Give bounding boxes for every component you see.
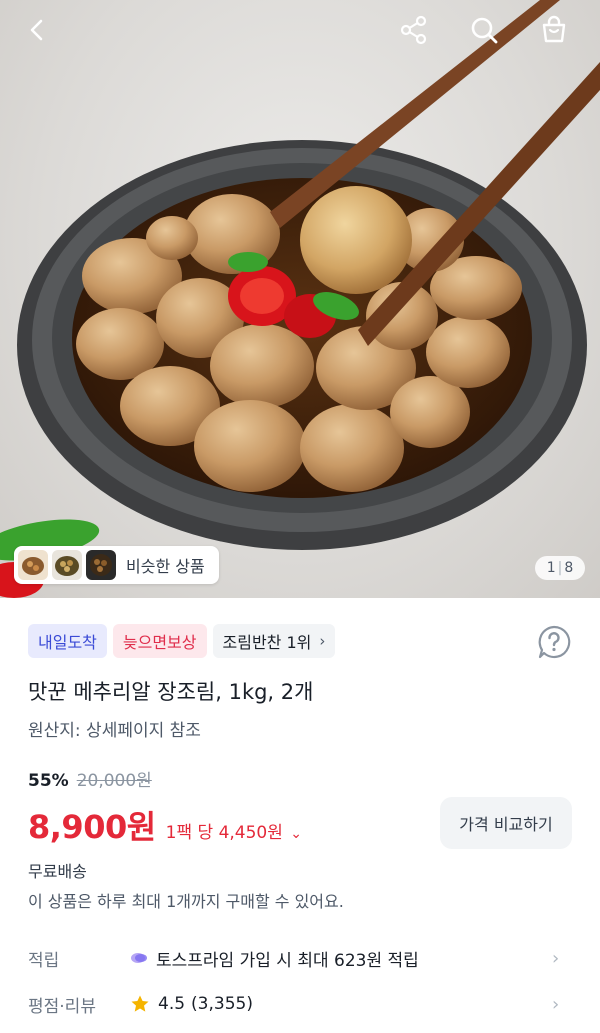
help-button[interactable]: [536, 624, 572, 660]
badge-category-rank-label: 조림반찬 1위: [222, 633, 312, 652]
star-icon: [131, 995, 149, 1012]
toss-prime-icon: [131, 953, 147, 963]
similar-products-button[interactable]: 비슷한 상품: [14, 546, 219, 584]
similar-thumb-1: [18, 550, 48, 580]
back-button[interactable]: [18, 10, 58, 50]
price-compare-button[interactable]: 가격 비교하기: [440, 797, 572, 849]
chevron-left-icon: [30, 19, 43, 41]
image-counter-separator: |: [557, 560, 563, 576]
review-label: 평점·리뷰: [28, 996, 96, 1017]
points-label: 적립: [28, 950, 60, 971]
image-counter-total: 8: [564, 560, 574, 576]
discount-row: 55% 20,000원: [28, 766, 152, 791]
search-button[interactable]: [464, 10, 504, 50]
points-value-text: 토스프라임 가입 시 최대 623원 적립: [156, 950, 419, 971]
share-button[interactable]: [394, 10, 434, 50]
points-row[interactable]: 적립 토스프라임 가입 시 최대 623원 적립 ›: [0, 938, 600, 978]
chevron-right-icon: ›: [552, 993, 560, 1015]
chevron-down-icon: ⌄: [290, 826, 303, 842]
image-counter-current: 1: [546, 560, 556, 576]
rating-value: 4.5: [158, 994, 186, 1014]
review-count: (3,355): [191, 994, 253, 1014]
image-counter: 1 | 8: [535, 556, 585, 580]
share-icon: [400, 15, 427, 45]
chevron-right-icon: ›: [552, 947, 560, 969]
similar-thumb-2: [52, 550, 82, 580]
similar-products-label: 비슷한 상품: [126, 557, 205, 576]
unit-price-dropdown[interactable]: 1팩 당 4,450원 ⌄: [166, 818, 302, 843]
chevron-right-icon: ›: [319, 632, 326, 650]
badge-row: 내일도착 늦으면보상 조림반찬 1위 ›: [28, 624, 336, 658]
cart-button[interactable]: [534, 10, 574, 50]
question-bubble-icon: [538, 625, 571, 659]
similar-thumb-3: [86, 550, 116, 580]
review-row[interactable]: 평점·리뷰 4.5 (3,355) ›: [0, 984, 600, 1024]
product-origin: 원산지: 상세페이지 참조: [28, 721, 201, 741]
top-navigation-bar: [0, 0, 600, 62]
badge-next-day-delivery: 내일도착: [28, 624, 107, 658]
shopping-bag-icon: [542, 15, 566, 43]
product-photo: [0, 0, 600, 598]
badge-late-compensation: 늦으면보상: [112, 624, 207, 658]
sale-price: 8,900원: [28, 808, 156, 846]
purchase-limit-notice: 이 상품은 하루 최대 1개까지 구매할 수 있어요.: [28, 892, 344, 911]
shipping-info: 무료배송: [28, 862, 87, 881]
discount-rate: 55%: [28, 771, 69, 791]
product-image-gallery[interactable]: 비슷한 상품 1 | 8: [0, 0, 600, 598]
price-row: 8,900원 1팩 당 4,450원 ⌄: [28, 802, 302, 848]
unit-price-text: 1팩 당 4,450원: [165, 823, 283, 843]
badge-category-rank[interactable]: 조림반찬 1위 ›: [212, 624, 336, 658]
points-value: 토스프라임 가입 시 최대 623원 적립: [130, 946, 419, 971]
search-icon: [471, 17, 498, 44]
original-price: 20,000원: [76, 771, 152, 791]
product-title: 맛꾼 메추리알 장조림, 1kg, 2개: [28, 680, 314, 704]
rating-summary: 4.5 (3,355): [130, 994, 253, 1014]
